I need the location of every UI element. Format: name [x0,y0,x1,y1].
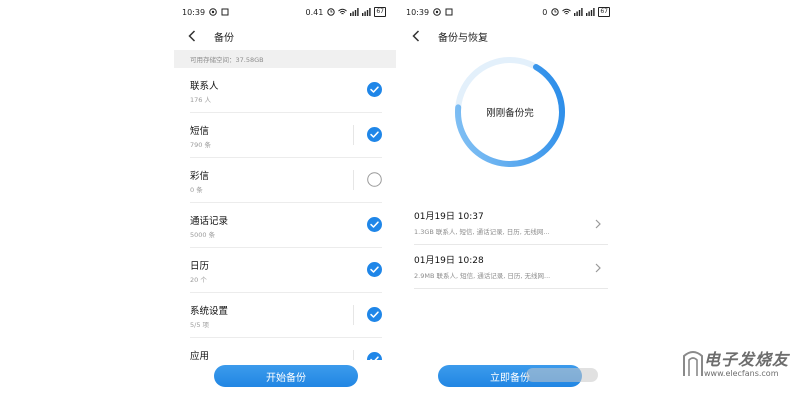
watermark-text: 电子发烧友 [704,350,790,369]
backup-item-count: 5000 条 [190,231,216,239]
backup-restore-screen: 10:39 0 67 备份与恢复 刚刚备份完 01月19日 10:37 1.3G… [398,0,620,395]
alarm-icon [326,8,335,17]
bell-icon [444,8,453,17]
back-arrow-icon[interactable] [188,29,202,43]
backup-record[interactable]: 01月19日 10:37 1.3GB 联系人, 短信, 通话记录, 日历, 无线… [414,204,608,245]
net-speed: 0 [542,7,548,17]
checked-circle-icon[interactable] [367,127,382,142]
watermark-logo: 电子发烧友 www.elecfans.com [680,342,800,390]
backup-item-name: 短信 [190,126,210,137]
bottom-bar: 立即备份 [398,360,620,395]
backup-record[interactable]: 01月19日 10:28 2.9MB 联系人, 短信, 通话记录, 日历, 无线… [414,248,608,289]
record-date: 01月19日 10:28 [414,256,484,266]
blurred-overlay [526,368,598,382]
backup-item-count: 790 条 [190,141,211,149]
back-arrow-icon[interactable] [412,29,426,43]
backup-screen: 10:39 0.41 67 备份 可用存储空间：37.58GB 联系人 176 … [174,0,396,395]
watermark-emblem-icon [683,351,703,376]
backup-item-count: 5/5 项 [190,321,210,329]
title-bar: 备份与恢复 [398,24,620,48]
record-detail: 2.9MB 联系人, 短信, 通话记录, 日历, 无线网... [414,272,551,280]
start-backup-button[interactable]: 开始备份 [214,365,358,387]
backup-item-list: 联系人 176 人短信 790 条彩信 0 条通话记录 5000 条日历 20 个系统设置… [174,68,396,383]
signal-icon [574,8,583,17]
backup-item[interactable]: 短信 790 条 [190,113,382,158]
page-title: 备份与恢复 [438,32,488,44]
net-speed: 0.41 [305,7,324,17]
signal-icon [350,8,359,17]
backup-item-count: 0 条 [190,186,203,194]
battery-icon: 67 [598,7,610,17]
backup-item-name: 通话记录 [190,216,229,227]
watermark-url: www.elecfans.com [704,369,779,378]
item-divider [353,305,354,325]
backup-item[interactable]: 联系人 176 人 [190,68,382,113]
status-bar: 10:39 0 67 [398,0,620,24]
backup-item-name: 联系人 [190,81,219,92]
checked-circle-icon[interactable] [367,307,382,322]
storage-info: 可用存储空间：37.58GB [174,50,396,68]
wifi-icon [338,8,348,17]
status-time: 10:39 [182,7,206,17]
backup-progress-ring: 刚刚备份完 [453,55,567,169]
backup-item-count: 20 个 [190,276,207,284]
status-bar: 10:39 0.41 67 [174,0,396,24]
backup-item[interactable]: 日历 20 个 [190,248,382,293]
wifi-icon [562,8,572,17]
ring-status-text: 刚刚备份完 [486,108,534,119]
checked-circle-icon[interactable] [367,262,382,277]
checked-circle-icon[interactable] [367,217,382,232]
item-divider [353,170,354,190]
backup-item[interactable]: 彩信 0 条 [190,158,382,203]
page-title: 备份 [214,32,234,44]
checked-circle-icon[interactable] [367,82,382,97]
backup-item[interactable]: 系统设置 5/5 项 [190,293,382,338]
backup-item-name: 系统设置 [190,306,229,317]
bottom-bar: 开始备份 [174,360,396,395]
backup-item-count: 176 人 [190,96,211,104]
notification-icon [208,8,217,17]
backup-item-name: 日历 [190,261,210,272]
alarm-icon [550,8,559,17]
status-time: 10:39 [406,7,430,17]
chevron-right-icon [594,258,602,273]
bell-icon [220,8,229,17]
record-detail: 1.3GB 联系人, 短信, 通话记录, 日历, 无线网... [414,228,550,236]
backup-item-name: 彩信 [190,171,210,182]
item-divider [353,125,354,145]
backup-item[interactable]: 通话记录 5000 条 [190,203,382,248]
battery-icon: 67 [374,7,386,17]
title-bar: 备份 [174,24,396,48]
chevron-right-icon [594,214,602,229]
record-date: 01月19日 10:37 [414,212,484,222]
signal-icon-2 [586,8,595,17]
unchecked-circle-icon[interactable] [367,172,382,187]
notification-icon [432,8,441,17]
signal-icon-2 [362,8,371,17]
